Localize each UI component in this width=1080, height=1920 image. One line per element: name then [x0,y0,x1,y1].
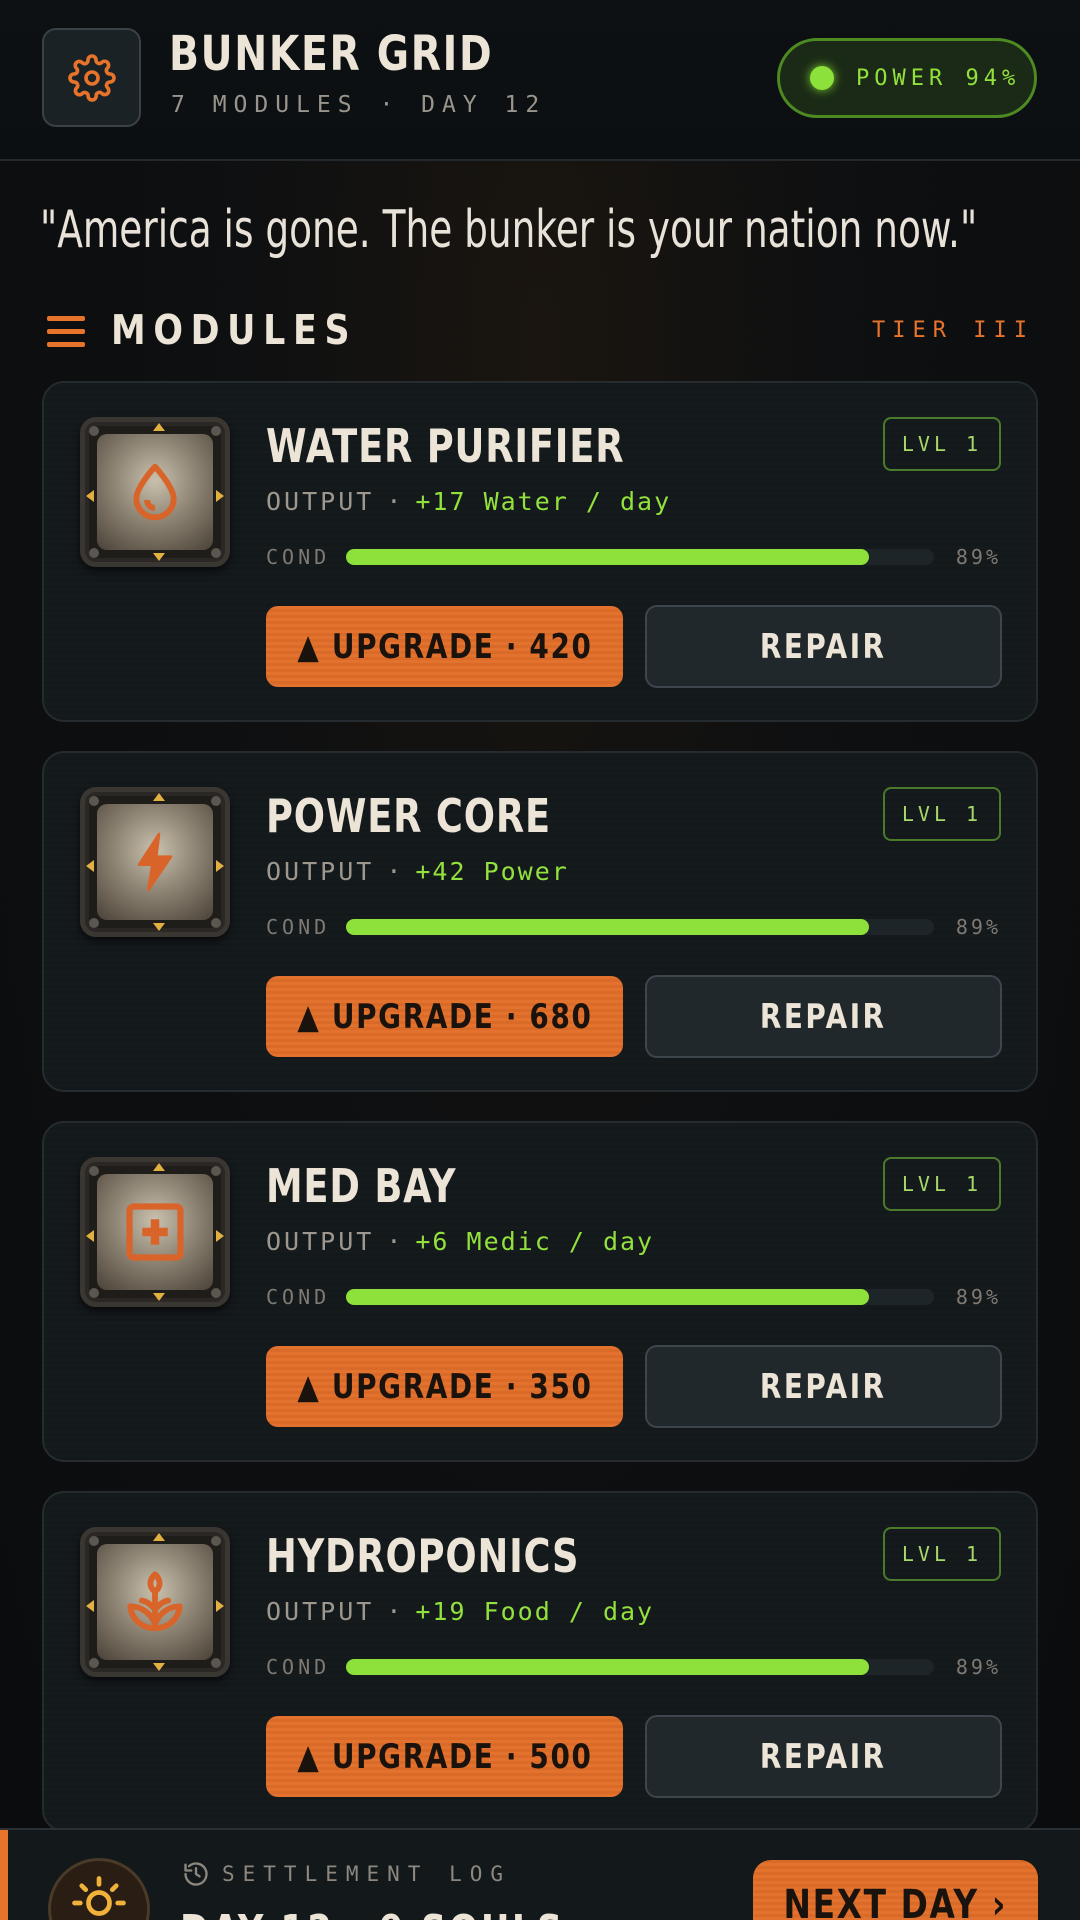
output-label: OUTPUT [266,487,375,516]
condition-bar [346,1289,934,1305]
settlement-log-text: SETTLEMENT LOG [222,1862,512,1886]
module-card: POWER CORE LVL 1 OUTPUT · +42 Power COND 8… [42,751,1038,1092]
water-drop-icon [97,434,213,550]
top-bar: BUNKER GRID 7 MODULES · DAY 12 POWER 94% [0,0,1080,161]
upgrade-button[interactable]: ▲ UPGRADE · 680 [266,976,623,1057]
condition-percent: 89% [955,1655,1001,1679]
condition-bar [346,919,934,935]
condition-percent: 89% [955,545,1001,569]
output-label: OUTPUT [266,857,375,886]
lightning-bolt-icon [97,804,213,920]
condition-label: COND [266,1285,331,1309]
repair-label: REPAIR [760,1366,887,1407]
footer-accent-strip [0,1830,8,1920]
module-icon-frame [80,1157,230,1307]
module-output: OUTPUT · +42 Power [266,857,569,886]
module-card: HYDROPONICS LVL 1 OUTPUT · +19 Food / day … [42,1491,1038,1832]
condition-bar [346,1659,934,1675]
plant-sprout-icon [97,1544,213,1660]
condition-label: COND [266,1655,331,1679]
repair-button[interactable]: REPAIR [645,1345,1002,1428]
day-badge [48,1858,150,1920]
condition-bar-fill [346,549,870,565]
output-value: +6 Medic / day [415,1227,655,1256]
sun-icon [72,1876,126,1916]
repair-label: REPAIR [760,626,887,667]
level-badge: LVL 1 [883,417,1001,471]
power-indicator-dot [810,66,834,90]
power-status-badge: POWER 94% [777,38,1037,118]
level-badge: LVL 1 [883,1157,1001,1211]
repair-button[interactable]: REPAIR [645,1715,1002,1798]
level-badge: LVL 1 [883,787,1001,841]
output-value: +17 Water / day [415,487,672,516]
condition-percent: 89% [955,915,1001,939]
settlement-log-label: SETTLEMENT LOG [182,1860,511,1888]
upgrade-button[interactable]: ▲ UPGRADE · 350 [266,1346,623,1427]
app-subtitle: 7 MODULES · DAY 12 [171,92,547,118]
module-name: POWER CORE [266,789,551,843]
power-status-text: POWER 94% [856,65,1021,91]
module-card: WATER PURIFIER LVL 1 OUTPUT · +17 Water / … [42,381,1038,722]
settlement-log-value: DAY 12 · 9 SOULS [180,1906,564,1920]
tier-label: TIER III [872,318,1034,343]
condition-percent: 89% [955,1285,1001,1309]
app-title: BUNKER GRID [169,26,494,82]
medical-cross-icon [97,1174,213,1290]
upgrade-label: ▲ UPGRADE · 500 [296,1736,593,1777]
repair-button[interactable]: REPAIR [645,975,1002,1058]
menu-icon[interactable] [47,316,85,348]
next-day-button[interactable]: NEXT DAY › [753,1860,1038,1920]
settings-button[interactable] [42,28,141,127]
module-output: OUTPUT · +19 Food / day [266,1597,655,1626]
condition-bar-fill [346,1659,870,1675]
upgrade-label: ▲ UPGRADE · 420 [296,626,593,667]
condition-label: COND [266,915,331,939]
module-name: HYDROPONICS [266,1529,580,1583]
gear-icon [67,53,116,102]
module-icon-frame [80,787,230,937]
output-value: +19 Food / day [415,1597,655,1626]
module-icon-frame [80,1527,230,1677]
output-label: OUTPUT [266,1597,375,1626]
upgrade-button[interactable]: ▲ UPGRADE · 500 [266,1716,623,1797]
module-icon-frame [80,417,230,567]
condition-bar [346,549,934,565]
output-value: +42 Power [415,857,569,886]
output-label: OUTPUT [266,1227,375,1256]
module-card: MED BAY LVL 1 OUTPUT · +6 Medic / day COND… [42,1121,1038,1462]
module-output: OUTPUT · +17 Water / day [266,487,672,516]
bottom-bar: SETTLEMENT LOG DAY 12 · 9 SOULS NEXT DAY… [0,1828,1080,1920]
upgrade-label: ▲ UPGRADE · 680 [296,996,593,1037]
history-icon [184,1862,208,1886]
flavor-quote: "America is gone. The bunker is your nat… [40,200,978,260]
repair-label: REPAIR [760,1736,887,1777]
upgrade-label: ▲ UPGRADE · 350 [296,1366,593,1407]
module-name: MED BAY [266,1159,457,1213]
condition-label: COND [266,545,331,569]
module-name: WATER PURIFIER [266,419,625,473]
repair-button[interactable]: REPAIR [645,605,1002,688]
module-output: OUTPUT · +6 Medic / day [266,1227,655,1256]
next-day-label: NEXT DAY › [783,1882,1008,1920]
repair-label: REPAIR [760,996,887,1037]
level-badge: LVL 1 [883,1527,1001,1581]
condition-bar-fill [346,919,870,935]
upgrade-button[interactable]: ▲ UPGRADE · 420 [266,606,623,687]
section-title: MODULES [111,306,358,354]
condition-bar-fill [346,1289,870,1305]
